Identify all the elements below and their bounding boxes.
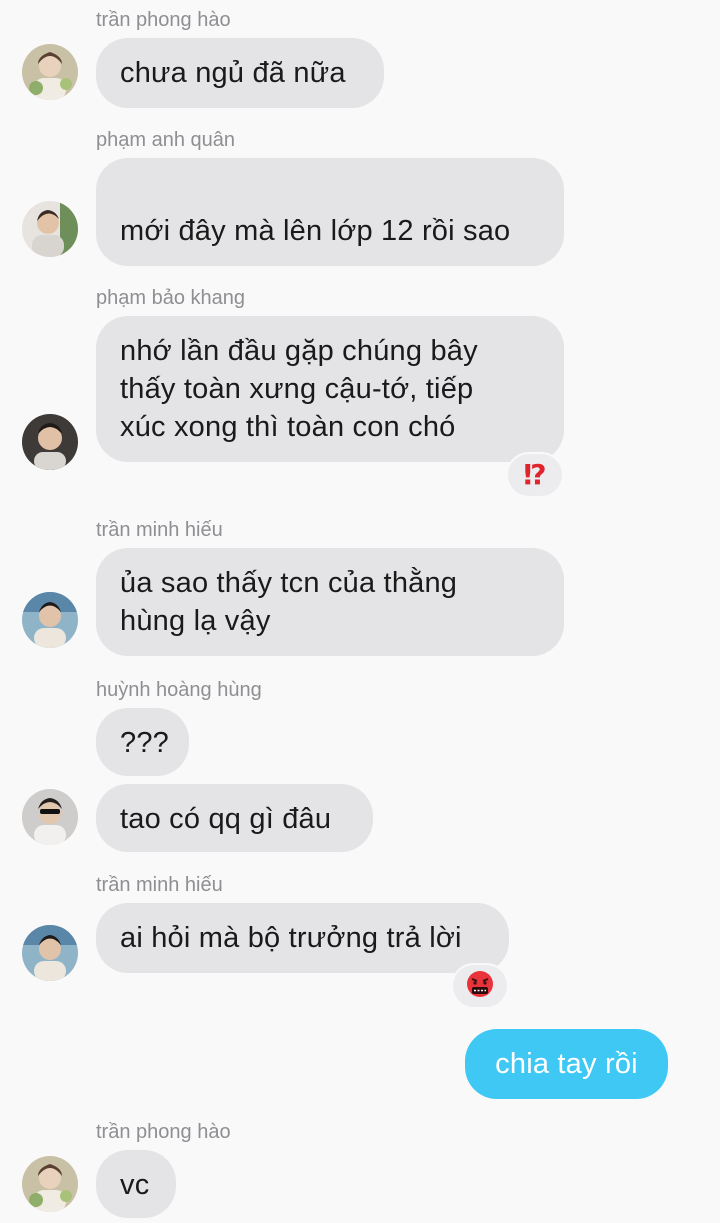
- avatar[interactable]: [22, 414, 78, 470]
- sender-name: phạm bảo khang: [96, 287, 246, 309]
- message-bubble[interactable]: ai hỏi mà bộ trưởng trả lời: [96, 903, 509, 973]
- message-reaction[interactable]: [451, 963, 509, 1009]
- outgoing-message-bubble[interactable]: chia tay rồi: [465, 1029, 668, 1099]
- message-bubble[interactable]: vc: [96, 1150, 176, 1218]
- message-reaction[interactable]: ⁉: [506, 452, 564, 498]
- message-bubble[interactable]: ủa sao thấy tcn của thằng hùng lạ vậy: [96, 548, 564, 656]
- message-bubble[interactable]: chưa ngủ đã nữa: [96, 38, 384, 108]
- message-text: mới đây mà lên lớp 12 rồi sao: [120, 215, 511, 247]
- avatar[interactable]: [22, 925, 78, 981]
- sender-name: trần phong hào: [96, 1121, 231, 1143]
- avatar[interactable]: [22, 592, 78, 648]
- sender-name: huỳnh hoàng hùng: [96, 679, 262, 701]
- exclamation-question-mark-icon: ⁉: [523, 459, 547, 490]
- message-bubble[interactable]: mới đây mà lên lớp 12 rồi sao: [96, 158, 564, 360]
- avatar[interactable]: [22, 1156, 78, 1212]
- avatar[interactable]: [22, 44, 78, 100]
- sender-name: trần phong hào: [96, 9, 231, 31]
- message-bubble[interactable]: ???: [96, 708, 189, 776]
- message-bubble[interactable]: nhớ lần đầu gặp chúng bây thấy toàn xưng…: [96, 316, 564, 462]
- message-bubble[interactable]: tao có qq gì đâu: [96, 784, 373, 852]
- face-with-symbols-on-mouth-icon: [465, 969, 495, 1004]
- sender-name: trần minh hiếu: [96, 519, 223, 541]
- avatar[interactable]: [22, 201, 78, 257]
- sender-name: trần minh hiếu: [96, 874, 223, 896]
- avatar[interactable]: [22, 789, 78, 845]
- sender-name: phạm anh quân: [96, 129, 236, 151]
